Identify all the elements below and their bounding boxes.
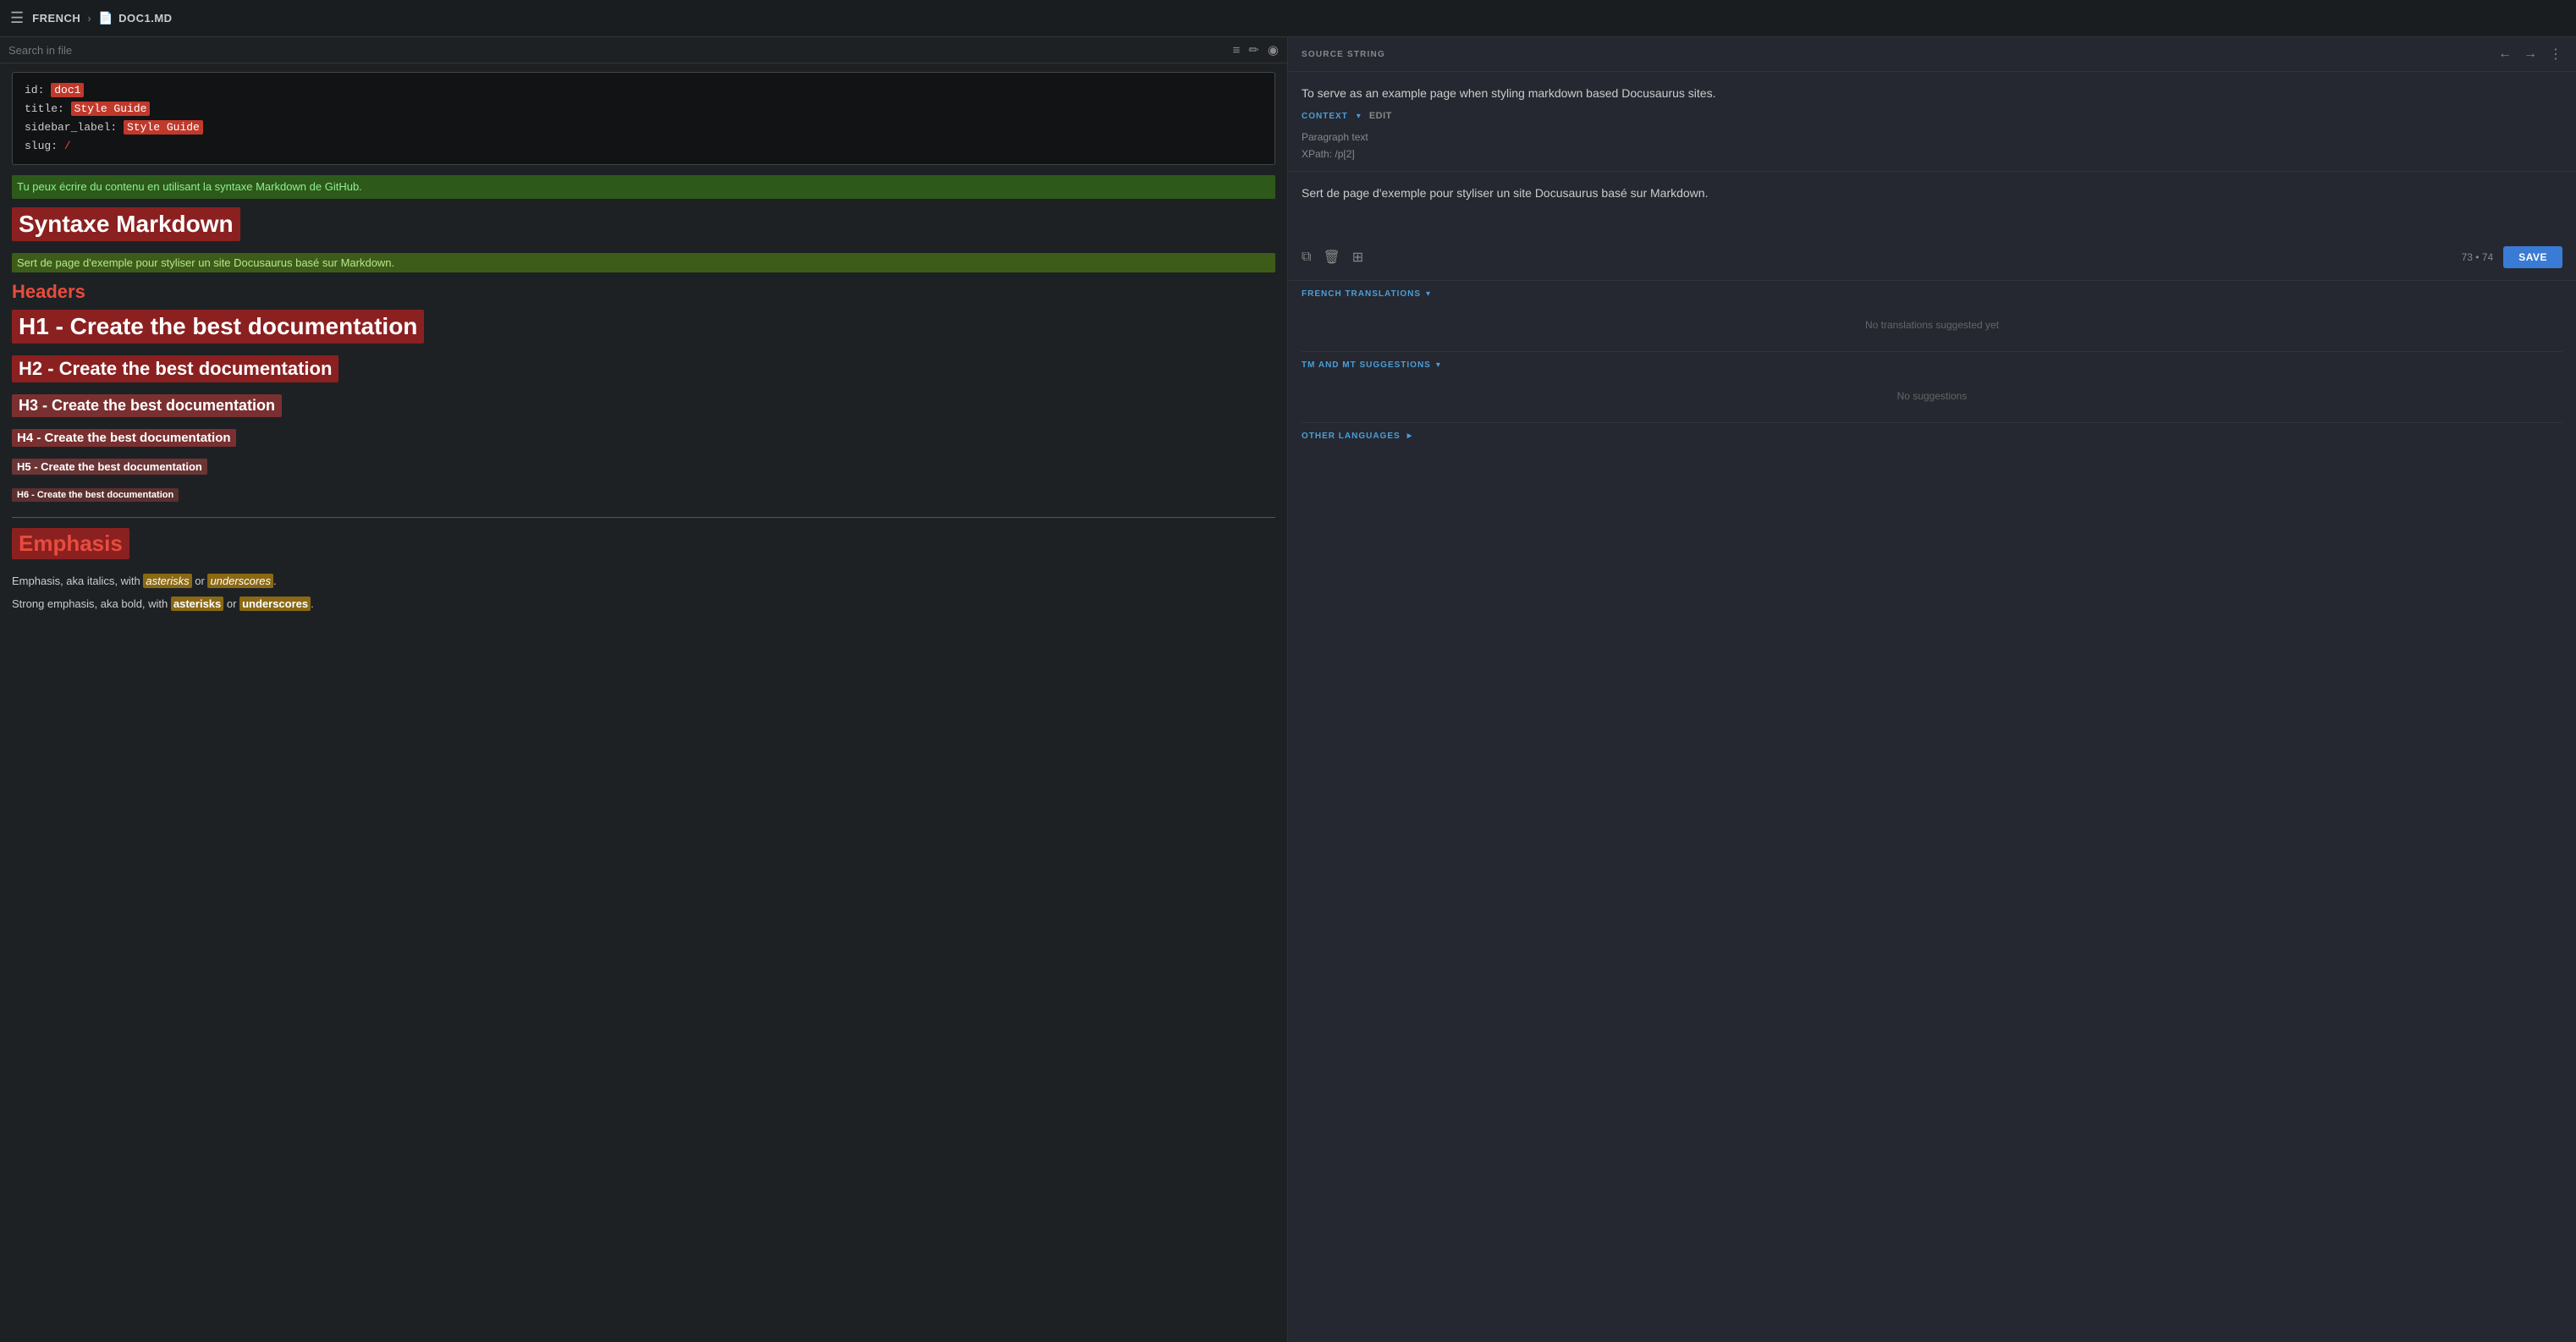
- description-text: Sert de page d'exemple pour styliser un …: [12, 253, 1275, 272]
- nav-file: 📄 DOC1.MD: [98, 11, 172, 25]
- fm-sidebar-line: sidebar_label: Style Guide: [25, 118, 1263, 137]
- h3-section: H3 - Create the best documentation: [12, 394, 1275, 422]
- edit-label[interactable]: EDIT: [1369, 111, 1392, 121]
- syntaxe-heading: Syntaxe Markdown: [12, 207, 240, 241]
- divider-2: [1302, 422, 2562, 423]
- h2-section: H2 - Create the best documentation: [12, 355, 1275, 388]
- fm-slug-val: /: [64, 140, 71, 152]
- emphasis-para-2: Strong emphasis, aka bold, with asterisk…: [12, 596, 1275, 613]
- fm-id-line: id: doc1: [25, 81, 1263, 100]
- headers-label: Headers: [12, 281, 1275, 303]
- h4-section: H4 - Create the best documentation: [12, 429, 1275, 452]
- edit-icon[interactable]: ✏: [1248, 42, 1259, 58]
- copy-icon[interactable]: ⧉: [1302, 250, 1311, 265]
- more-options-icon[interactable]: ⋮: [2549, 46, 2562, 63]
- delete-icon[interactable]: 🗑: [1323, 249, 1340, 266]
- translation-icons: ⧉ 🗑 ⊞: [1302, 249, 1363, 266]
- fm-id-val: doc1: [51, 83, 84, 97]
- fm-id-key: id:: [25, 84, 44, 96]
- right-panel: SOURCE STRING ← → ⋮ To serve as an examp…: [1288, 37, 2576, 1342]
- file-name: DOC1.MD: [118, 12, 172, 25]
- content-area: id: doc1 title: Style Guide sidebar_labe…: [0, 63, 1287, 1342]
- right-header: SOURCE STRING ← → ⋮: [1288, 37, 2576, 72]
- save-button[interactable]: SAVE: [2503, 246, 2562, 268]
- context-type: Paragraph text: [1302, 129, 2562, 146]
- suggestions-panel: FRENCH TRANSLATIONS ▾ No translations su…: [1288, 281, 2576, 1342]
- fm-title-val: Style Guide: [71, 102, 151, 116]
- list-icon[interactable]: ≡: [1233, 43, 1241, 58]
- h5-heading: H5 - Create the best documentation: [12, 459, 207, 475]
- tm-suggestions-header[interactable]: TM AND MT SUGGESTIONS ▾: [1302, 360, 2562, 370]
- project-name: FRENCH: [32, 12, 80, 25]
- divider-1: [1302, 351, 2562, 352]
- source-text-section: To serve as an example page when styling…: [1288, 72, 2576, 172]
- no-translations-text: No translations suggested yet: [1302, 307, 2562, 343]
- top-nav: ☰ FRENCH › 📄 DOC1.MD: [0, 0, 2576, 37]
- french-translations-arrow: ▾: [1426, 289, 1430, 299]
- fm-slug-line: slug: /: [25, 137, 1263, 156]
- source-string-label: SOURCE STRING: [1302, 50, 1385, 59]
- fm-sidebar-key: sidebar_label:: [25, 121, 117, 134]
- context-xpath: XPath: /p[2]: [1302, 146, 2562, 162]
- file-icon: 📄: [98, 11, 113, 25]
- h2-heading: H2 - Create the best documentation: [12, 355, 339, 382]
- tm-suggestions-label: TM AND MT SUGGESTIONS: [1302, 360, 1431, 370]
- underscores-strong: underscores: [239, 597, 311, 611]
- breadcrumb-arrow: ›: [87, 12, 91, 25]
- frontmatter-box: id: doc1 title: Style Guide sidebar_labe…: [12, 72, 1275, 165]
- emphasis-para-1: Emphasis, aka italics, with asterisks or…: [12, 573, 1275, 591]
- section-divider: [12, 517, 1275, 518]
- context-label[interactable]: CONTEXT: [1302, 112, 1348, 121]
- right-header-icons: ← → ⋮: [2498, 46, 2562, 63]
- tm-suggestions-arrow: ▾: [1436, 360, 1440, 370]
- emphasis-heading: Emphasis: [12, 528, 129, 559]
- fm-slug-key: slug:: [25, 140, 58, 152]
- prev-arrow-icon[interactable]: ←: [2498, 47, 2512, 62]
- h1-section: H1 - Create the best documentation: [12, 310, 1275, 349]
- translation-section: Sert de page d'exemple pour styliser un …: [1288, 172, 2576, 281]
- left-panel: ≡ ✏ ◉ id: doc1 title: Style Guide sideb: [0, 37, 1288, 1342]
- asterisks-strong: asterisks: [171, 597, 223, 611]
- translation-toolbar: ⧉ 🗑 ⊞ 73 • 74 SAVE: [1302, 246, 2562, 268]
- headers-section: Headers: [12, 281, 1275, 303]
- other-languages-arrow: ►: [1406, 432, 1414, 441]
- h4-heading: H4 - Create the best documentation: [12, 429, 236, 447]
- french-translations-label: FRENCH TRANSLATIONS: [1302, 289, 1421, 299]
- h5-section: H5 - Create the best documentation: [12, 459, 1275, 480]
- search-bar: ≡ ✏ ◉: [0, 37, 1287, 63]
- translated-intro: Tu peux écrire du contenu en utilisant l…: [12, 175, 1275, 199]
- french-translations-header[interactable]: FRENCH TRANSLATIONS ▾: [1302, 289, 2562, 299]
- search-input[interactable]: [8, 44, 1226, 57]
- context-info: Paragraph text XPath: /p[2]: [1302, 129, 2562, 162]
- char-count: 73 • 74: [2462, 251, 2494, 263]
- fm-title-key: title:: [25, 102, 64, 115]
- context-dropdown-arrow[interactable]: ▾: [1357, 112, 1361, 121]
- main-layout: ≡ ✏ ◉ id: doc1 title: Style Guide sideb: [0, 37, 2576, 1342]
- search-icons: ≡ ✏ ◉: [1233, 42, 1279, 58]
- eye-icon[interactable]: ◉: [1268, 42, 1279, 58]
- h1-heading: H1 - Create the best documentation: [12, 310, 424, 344]
- source-text: To serve as an example page when styling…: [1302, 84, 2562, 102]
- h6-section: H6 - Create the best documentation: [12, 487, 1275, 507]
- no-suggestions-text: No suggestions: [1302, 378, 2562, 414]
- context-bar: CONTEXT ▾ EDIT: [1302, 111, 2562, 121]
- other-languages-header[interactable]: OTHER LANGUAGES ►: [1302, 432, 2562, 441]
- syntaxe-heading-section: Syntaxe Markdown: [12, 207, 1275, 246]
- fm-sidebar-val: Style Guide: [124, 120, 203, 135]
- split-icon[interactable]: ⊞: [1352, 249, 1363, 266]
- nav-breadcrumb: FRENCH › 📄 DOC1.MD: [32, 11, 172, 25]
- hamburger-icon[interactable]: ☰: [10, 9, 24, 27]
- underscores-em: underscores: [207, 574, 273, 588]
- emphasis-section: Emphasis: [12, 528, 1275, 566]
- h6-heading: H6 - Create the best documentation: [12, 488, 179, 502]
- translated-display: Sert de page d'exemple pour styliser un …: [1302, 184, 2562, 234]
- fm-title-line: title: Style Guide: [25, 100, 1263, 118]
- h3-heading: H3 - Create the best documentation: [12, 394, 282, 417]
- asterisks-em: asterisks: [143, 574, 191, 588]
- other-languages-label: OTHER LANGUAGES: [1302, 432, 1401, 441]
- next-arrow-icon[interactable]: →: [2524, 47, 2537, 62]
